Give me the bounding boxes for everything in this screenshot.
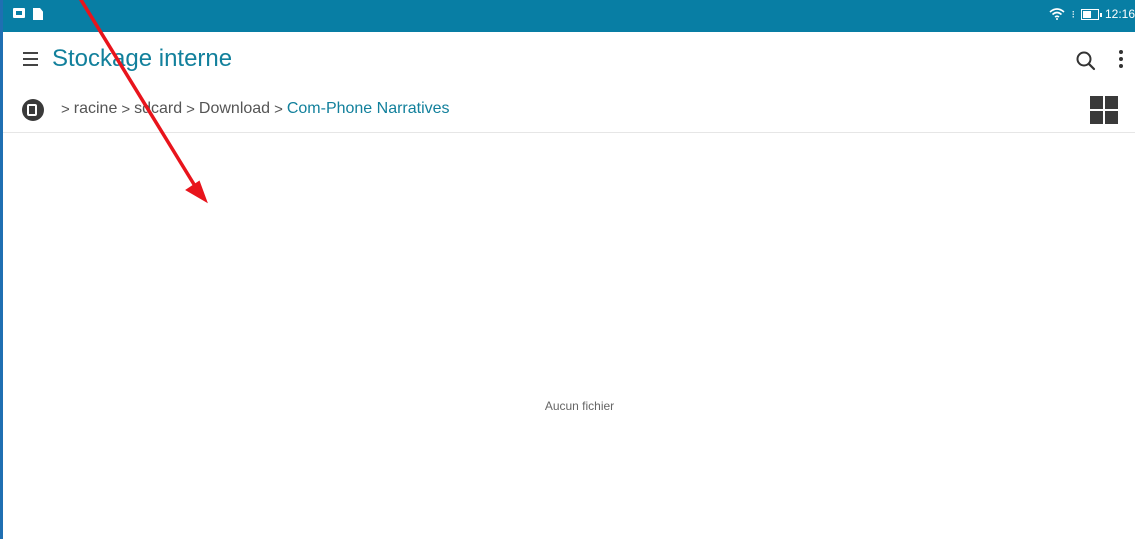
- hamburger-icon: [23, 52, 38, 54]
- overflow-menu-button[interactable]: [1113, 50, 1129, 76]
- sim-icon: ⁝: [1071, 8, 1075, 21]
- breadcrumb-path: > racine > sdcard > Download > Com-Phone…: [57, 100, 450, 118]
- search-icon: [1076, 51, 1096, 71]
- wifi-icon: [1049, 8, 1065, 20]
- breadcrumb-item-sdcard[interactable]: sdcard: [134, 100, 182, 118]
- chevron-right-icon: >: [274, 100, 283, 118]
- status-time: 12:16: [1104, 7, 1135, 21]
- search-button[interactable]: [1074, 49, 1100, 75]
- system-icons: ⁝ 12:16: [1049, 7, 1135, 21]
- photo-notification-icon: [13, 8, 25, 18]
- overflow-menu-icon: [1119, 50, 1123, 54]
- status-bar: ⁝ 12:16: [3, 0, 1135, 32]
- file-list-area: Aucun fichier: [3, 133, 1135, 539]
- breadcrumb-item-current[interactable]: Com-Phone Narratives: [287, 100, 450, 118]
- breadcrumb-item-download[interactable]: Download: [199, 100, 270, 118]
- storage-icon[interactable]: [22, 99, 44, 121]
- battery-icon: [1080, 8, 1102, 20]
- empty-message: Aucun fichier: [544, 399, 615, 413]
- page-title: Stockage interne: [52, 45, 233, 72]
- breadcrumb: > racine > sdcard > Download > Com-Phone…: [3, 90, 1135, 133]
- chevron-right-icon: >: [121, 100, 131, 118]
- chevron-right-icon: >: [61, 100, 70, 118]
- chevron-right-icon: >: [186, 100, 195, 118]
- grid-view-icon: [1090, 96, 1103, 109]
- app-bar: Stockage interne: [3, 32, 1135, 90]
- hamburger-menu-button[interactable]: [21, 48, 45, 74]
- breadcrumb-item-racine[interactable]: racine: [74, 100, 118, 118]
- file-notification-icon: [33, 8, 43, 20]
- notification-icons: [13, 8, 43, 20]
- grid-view-button[interactable]: [1090, 96, 1118, 124]
